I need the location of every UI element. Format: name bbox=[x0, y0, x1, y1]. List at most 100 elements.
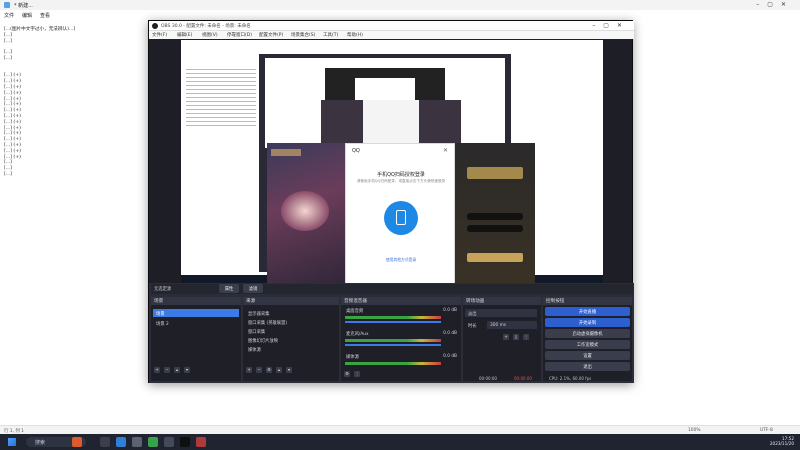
volume-meter bbox=[345, 316, 441, 319]
clock-date: 2023/11/20 bbox=[769, 441, 794, 446]
captured-notepad bbox=[183, 42, 259, 262]
volume-slider[interactable] bbox=[345, 321, 441, 323]
sources-dock: 显示器采集 窗口采集 (英雄联盟) 窗口采集 图像幻灯片放映 媒体源 + − ⚙… bbox=[243, 305, 339, 381]
more-icon[interactable]: ⋮ bbox=[523, 334, 529, 340]
controls-dock: 开始直播 开始录制 启动虚拟摄像机 工作室模式 设置 退出 bbox=[543, 305, 632, 381]
obs-menu-file[interactable]: 文件(F) bbox=[152, 32, 167, 38]
filters-button[interactable]: 滤镜 bbox=[243, 284, 263, 293]
qq-title: 手机QQ扫码授权登录 bbox=[377, 172, 425, 178]
obs-menu-edit[interactable]: 编辑(E) bbox=[177, 32, 192, 38]
chevron-down-icon[interactable]: ▾ bbox=[286, 367, 292, 373]
game-taskbar-icon[interactable] bbox=[196, 437, 206, 447]
controls-header: 控制按钮 bbox=[543, 297, 632, 305]
volume-slider[interactable] bbox=[345, 344, 441, 346]
launcher-character-art bbox=[281, 191, 329, 231]
source-item[interactable]: 图像幻灯片放映 bbox=[245, 336, 319, 344]
encoding: UTF-8 bbox=[760, 428, 773, 433]
mixer-channel-db: 0.0 dB bbox=[443, 330, 457, 336]
file-explorer-icon[interactable] bbox=[132, 437, 142, 447]
exit-button[interactable]: 退出 bbox=[545, 362, 630, 371]
preview-toolbar: 无选定源 属性 滤镜 bbox=[151, 284, 633, 294]
wechat-icon[interactable] bbox=[148, 437, 158, 447]
notepad-statusbar: 行 1, 列 1 100% UTF-8 bbox=[0, 425, 800, 434]
sources-header: 来源 bbox=[243, 297, 339, 305]
menu-file[interactable]: 文件 bbox=[4, 12, 14, 19]
scene-item[interactable]: 场景 bbox=[153, 309, 239, 317]
obs-preview[interactable]: QQ ✕ 手机QQ扫码授权登录 请使用手机QQ扫码登录，或直接点击下方头像快速登… bbox=[181, 40, 603, 295]
obs-taskbar-icon[interactable] bbox=[180, 437, 190, 447]
chevron-up-icon[interactable]: ▴ bbox=[174, 367, 180, 373]
live-time: 00:00:00 bbox=[479, 376, 497, 381]
studio-mode-button[interactable]: 工作室模式 bbox=[545, 340, 630, 349]
chevron-up-icon[interactable]: ▴ bbox=[276, 367, 282, 373]
chevron-down-icon[interactable]: ▾ bbox=[184, 367, 190, 373]
obs-menu-view[interactable]: 视图(V) bbox=[202, 32, 218, 38]
obs-menu-docks[interactable]: 停靠窗口(D) bbox=[227, 32, 252, 38]
obs-statusbar: 00:00:00 00:00:00 CPU: 2.1%, 60.00 fps bbox=[149, 375, 634, 383]
game-launcher: QQ ✕ 手机QQ扫码授权登录 请使用手机QQ扫码登录，或直接点击下方头像快速登… bbox=[267, 143, 535, 295]
system-tray[interactable]: 17:52 2023/11/20 bbox=[734, 436, 794, 448]
settings-button[interactable]: 设置 bbox=[545, 351, 630, 360]
window-controls[interactable]: –▢✕ bbox=[756, 1, 794, 8]
remove-icon[interactable]: − bbox=[164, 367, 170, 373]
volume-meter bbox=[345, 362, 441, 365]
obs-menu-help[interactable]: 帮助(H) bbox=[347, 32, 363, 38]
account-field[interactable] bbox=[467, 213, 523, 220]
qq-login-dialog: QQ ✕ 手机QQ扫码授权登录 请使用手机QQ扫码登录，或直接点击下方头像快速登… bbox=[345, 143, 455, 295]
properties-button[interactable]: 属性 bbox=[219, 284, 239, 293]
obs-titlebar: OBS 30.0 - 配置文件: 未命名 - 场景: 未命名 –▢✕ bbox=[149, 21, 634, 31]
mixer-header: 音频混音器 bbox=[341, 297, 461, 305]
menu-edit[interactable]: 编辑 bbox=[22, 12, 32, 19]
phone-icon bbox=[396, 210, 406, 225]
login-button[interactable] bbox=[467, 253, 523, 262]
duration-label: 时长 bbox=[468, 323, 477, 329]
zoom-level: 100% bbox=[688, 428, 701, 433]
password-field[interactable] bbox=[467, 225, 523, 232]
source-item[interactable]: 媒体源 bbox=[245, 345, 319, 353]
remove-icon[interactable]: − bbox=[256, 367, 262, 373]
mixer-channel-db: 0.0 dB bbox=[443, 353, 457, 359]
scenes-dock: 场景 场景 2 + − ▴ ▾ bbox=[151, 305, 241, 381]
menu-view[interactable]: 查看 bbox=[40, 12, 50, 19]
source-item[interactable]: 显示器采集 bbox=[245, 309, 319, 317]
source-item[interactable]: 窗口采集 (英雄联盟) bbox=[245, 318, 319, 326]
obs-menu-scenes[interactable]: 场景集合(S) bbox=[291, 32, 315, 38]
virtual-camera-button[interactable]: 启动虚拟摄像机 bbox=[545, 329, 630, 338]
search-highlight-icon bbox=[72, 437, 82, 447]
start-streaming-button[interactable]: 开始直播 bbox=[545, 307, 630, 316]
task-view-icon[interactable] bbox=[100, 437, 110, 447]
gear-icon[interactable]: ⚙ bbox=[266, 367, 272, 373]
launcher-logo bbox=[271, 149, 301, 156]
app-icon[interactable] bbox=[164, 437, 174, 447]
start-recording-button[interactable]: 开始录制 bbox=[545, 318, 630, 327]
obs-docks: 无选定源 属性 滤镜 场景 场景 场景 2 + − ▴ ▾ 来源 显示器采集 窗… bbox=[149, 283, 634, 383]
add-icon[interactable]: + bbox=[246, 367, 252, 373]
game-logo bbox=[467, 167, 523, 179]
source-item[interactable]: 窗口采集 bbox=[245, 327, 319, 335]
start-icon[interactable] bbox=[8, 438, 16, 446]
mixer-channel-name: 桌面音频 bbox=[346, 308, 364, 314]
duration-field[interactable]: 300 ms bbox=[487, 321, 537, 329]
transition-select[interactable]: 淡出 bbox=[465, 309, 537, 317]
edge-icon[interactable] bbox=[116, 437, 126, 447]
delete-icon[interactable]: ▯ bbox=[513, 334, 519, 340]
obs-menubar: 文件(F) 编辑(E) 视图(V) 停靠窗口(D) 配置文件(P) 场景集合(S… bbox=[149, 31, 634, 39]
notepad-text-area[interactable]: [...(图片中文字过小，无法辨认)...] [...] [...] [...] [..… bbox=[4, 27, 164, 178]
launcher-art-left bbox=[267, 143, 347, 293]
obs-menu-tools[interactable]: 工具(T) bbox=[323, 32, 338, 38]
close-icon[interactable]: ✕ bbox=[443, 147, 448, 154]
obs-menu-profile[interactable]: 配置文件(P) bbox=[259, 32, 283, 38]
obs-window-controls[interactable]: –▢✕ bbox=[592, 22, 630, 29]
scene-item[interactable]: 场景 2 bbox=[153, 319, 239, 327]
mixer-channel-name: 媒体源 bbox=[346, 354, 359, 360]
volume-meter bbox=[345, 339, 441, 342]
qq-subtitle: 请使用手机QQ扫码登录，或直接点击下方头像快速登录 bbox=[356, 179, 446, 183]
notepad-app-icon bbox=[4, 2, 10, 8]
qq-brand: QQ bbox=[352, 148, 360, 154]
qq-other-login-link[interactable]: 使用其他方式登录 bbox=[346, 257, 456, 263]
add-icon[interactable]: + bbox=[154, 367, 160, 373]
add-icon[interactable]: + bbox=[503, 334, 509, 340]
obs-logo-icon bbox=[152, 23, 158, 29]
notepad-titlebar: * 新建... –▢✕ bbox=[0, 0, 800, 10]
transitions-dock: 淡出 时长 300 ms + ▯ ⋮ bbox=[463, 305, 541, 381]
